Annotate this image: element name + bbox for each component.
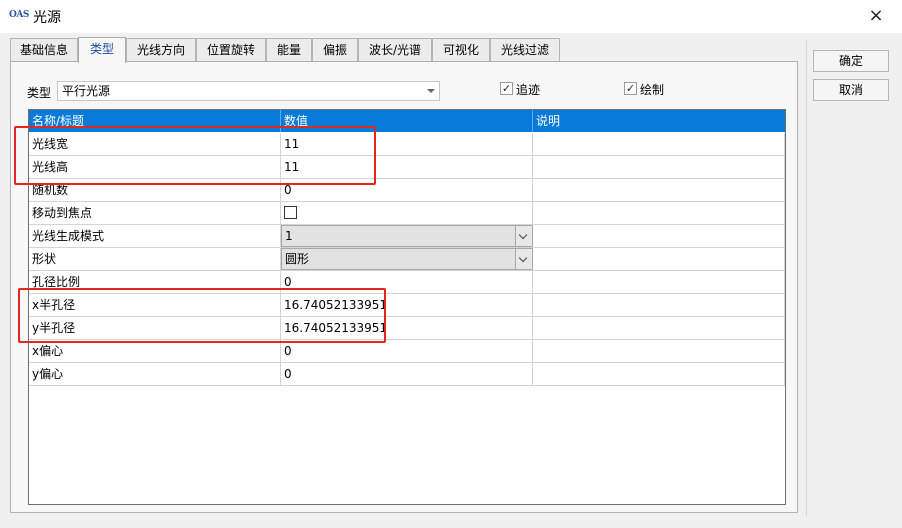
property-grid: 名称/标题 数值 说明 光线宽 11 光线高 11 随机数 0 移动到焦点 光线…: [28, 109, 786, 505]
table-row[interactable]: x偏心 0: [29, 340, 785, 363]
row-value[interactable]: 0: [281, 271, 533, 293]
row-description[interactable]: [533, 202, 785, 224]
shape-select[interactable]: 圆形: [281, 248, 533, 270]
header-description[interactable]: 说明: [533, 110, 785, 132]
tab-visualization[interactable]: 可视化: [432, 38, 490, 62]
row-description[interactable]: [533, 363, 785, 385]
table-row[interactable]: 移动到焦点: [29, 202, 785, 225]
row-name: 形状: [29, 248, 281, 270]
trace-label: 追迹: [516, 83, 541, 97]
title-bar: OAS 光源 ×: [0, 0, 902, 33]
row-name: y偏心: [29, 363, 281, 385]
move-to-focus-checkbox[interactable]: [284, 206, 297, 219]
combo-value: 圆形: [285, 252, 310, 266]
cancel-button[interactable]: 取消: [813, 79, 889, 101]
header-name[interactable]: 名称/标题: [29, 110, 281, 132]
bottom-bar: [0, 521, 902, 528]
table-row[interactable]: 孔径比例 0: [29, 271, 785, 294]
table-row[interactable]: 光线高 11: [29, 156, 785, 179]
row-value[interactable]: 11: [281, 156, 533, 178]
check-icon: ✓: [500, 82, 513, 95]
row-description[interactable]: [533, 340, 785, 362]
row-value[interactable]: 0: [281, 179, 533, 201]
combo-value: 1: [285, 229, 293, 243]
row-description[interactable]: [533, 133, 785, 155]
check-icon: ✓: [624, 82, 637, 95]
tab-type[interactable]: 类型: [78, 37, 126, 63]
tab-wavelength-spectrum[interactable]: 波长/光谱: [358, 38, 432, 62]
chevron-down-icon: [427, 89, 435, 93]
row-name: 光线宽: [29, 133, 281, 155]
row-description[interactable]: [533, 294, 785, 316]
row-description[interactable]: [533, 225, 785, 247]
ray-generation-mode-select[interactable]: 1: [281, 225, 533, 247]
table-row[interactable]: 光线宽 11: [29, 133, 785, 156]
row-name: 光线高: [29, 156, 281, 178]
chevron-down-icon[interactable]: [515, 226, 532, 246]
row-name: 随机数: [29, 179, 281, 201]
row-description[interactable]: [533, 317, 785, 339]
ok-button[interactable]: 确定: [813, 50, 889, 72]
row-name: 移动到焦点: [29, 202, 281, 224]
row-value[interactable]: 0: [281, 340, 533, 362]
close-button[interactable]: ×: [858, 0, 894, 33]
app-logo-icon: OAS: [9, 10, 29, 20]
table-row[interactable]: 随机数 0: [29, 179, 785, 202]
chevron-down-icon[interactable]: [515, 249, 532, 269]
header-value[interactable]: 数值: [281, 110, 533, 132]
table-row[interactable]: x半孔径 16.74052133951: [29, 294, 785, 317]
tab-ray-filter[interactable]: 光线过滤: [490, 38, 560, 62]
row-value-cell: [281, 202, 533, 224]
tab-energy[interactable]: 能量: [266, 38, 312, 62]
divider: [806, 40, 807, 516]
row-name: 光线生成模式: [29, 225, 281, 247]
row-name: x偏心: [29, 340, 281, 362]
table-row[interactable]: 形状 圆形: [29, 248, 785, 271]
type-select[interactable]: 平行光源: [57, 81, 440, 101]
row-value[interactable]: 16.74052133951: [281, 294, 533, 316]
tab-basic-info[interactable]: 基础信息: [10, 38, 78, 62]
row-description[interactable]: [533, 248, 785, 270]
row-name: 孔径比例: [29, 271, 281, 293]
type-label: 类型: [27, 86, 52, 100]
type-select-value: 平行光源: [62, 84, 111, 98]
row-value[interactable]: 16.74052133951: [281, 317, 533, 339]
tab-position-rotation[interactable]: 位置旋转: [196, 38, 266, 62]
window-title: 光源: [33, 10, 61, 26]
row-description[interactable]: [533, 156, 785, 178]
grid-header: 名称/标题 数值 说明: [29, 110, 785, 132]
row-description[interactable]: [533, 271, 785, 293]
draw-label: 绘制: [640, 83, 665, 97]
table-row[interactable]: y偏心 0: [29, 363, 785, 386]
table-row[interactable]: 光线生成模式 1: [29, 225, 785, 248]
tab-ray-direction[interactable]: 光线方向: [126, 38, 196, 62]
row-name: y半孔径: [29, 317, 281, 339]
row-value[interactable]: 11: [281, 133, 533, 155]
table-row[interactable]: y半孔径 16.74052133951: [29, 317, 785, 340]
row-name: x半孔径: [29, 294, 281, 316]
row-value[interactable]: 0: [281, 363, 533, 385]
tab-polarization[interactable]: 偏振: [312, 38, 358, 62]
row-description[interactable]: [533, 179, 785, 201]
